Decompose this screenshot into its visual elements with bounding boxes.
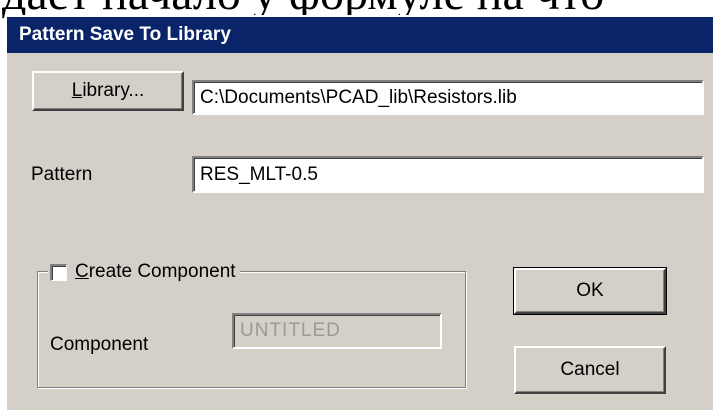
pattern-name-value: RES_MLT-0.5 <box>200 163 318 185</box>
create-component-checkbox[interactable] <box>50 263 67 281</box>
pattern-label: Pattern <box>31 164 93 185</box>
page: дает начало у формуле на что Pattern Sav… <box>0 0 713 410</box>
cancel-button[interactable]: Cancel <box>514 346 666 394</box>
library-button[interactable]: Library... <box>32 71 184 111</box>
library-button-label: Library... <box>72 80 145 102</box>
pattern-save-dialog: Pattern Save To Library Library... C:\Do… <box>5 15 713 410</box>
library-path-value: C:\Documents\PCAD_lib\Resistors.lib <box>200 86 517 108</box>
ok-button[interactable]: OK <box>513 267 667 315</box>
title-bar[interactable]: Pattern Save To Library <box>7 17 713 53</box>
component-name-field[interactable]: UNTITLED <box>232 313 442 349</box>
component-label: Component <box>50 334 149 355</box>
create-component-label-rest: reate Component <box>88 261 236 282</box>
dialog-title: Pattern Save To Library <box>19 24 231 45</box>
library-path-field[interactable]: C:\Documents\PCAD_lib\Resistors.lib <box>192 80 704 115</box>
create-component-mnemonic: C <box>75 261 89 282</box>
library-mnemonic: L <box>71 80 83 101</box>
pattern-name-field[interactable]: RES_MLT-0.5 <box>192 156 704 193</box>
ok-button-label: OK <box>576 280 604 301</box>
cancel-button-label: Cancel <box>560 359 620 380</box>
library-label-rest: ibrary... <box>82 80 145 101</box>
create-component-checkbox-row[interactable]: Create Component <box>48 261 240 283</box>
component-name-value: UNTITLED <box>240 320 341 341</box>
create-component-label: Create Component <box>75 261 236 283</box>
